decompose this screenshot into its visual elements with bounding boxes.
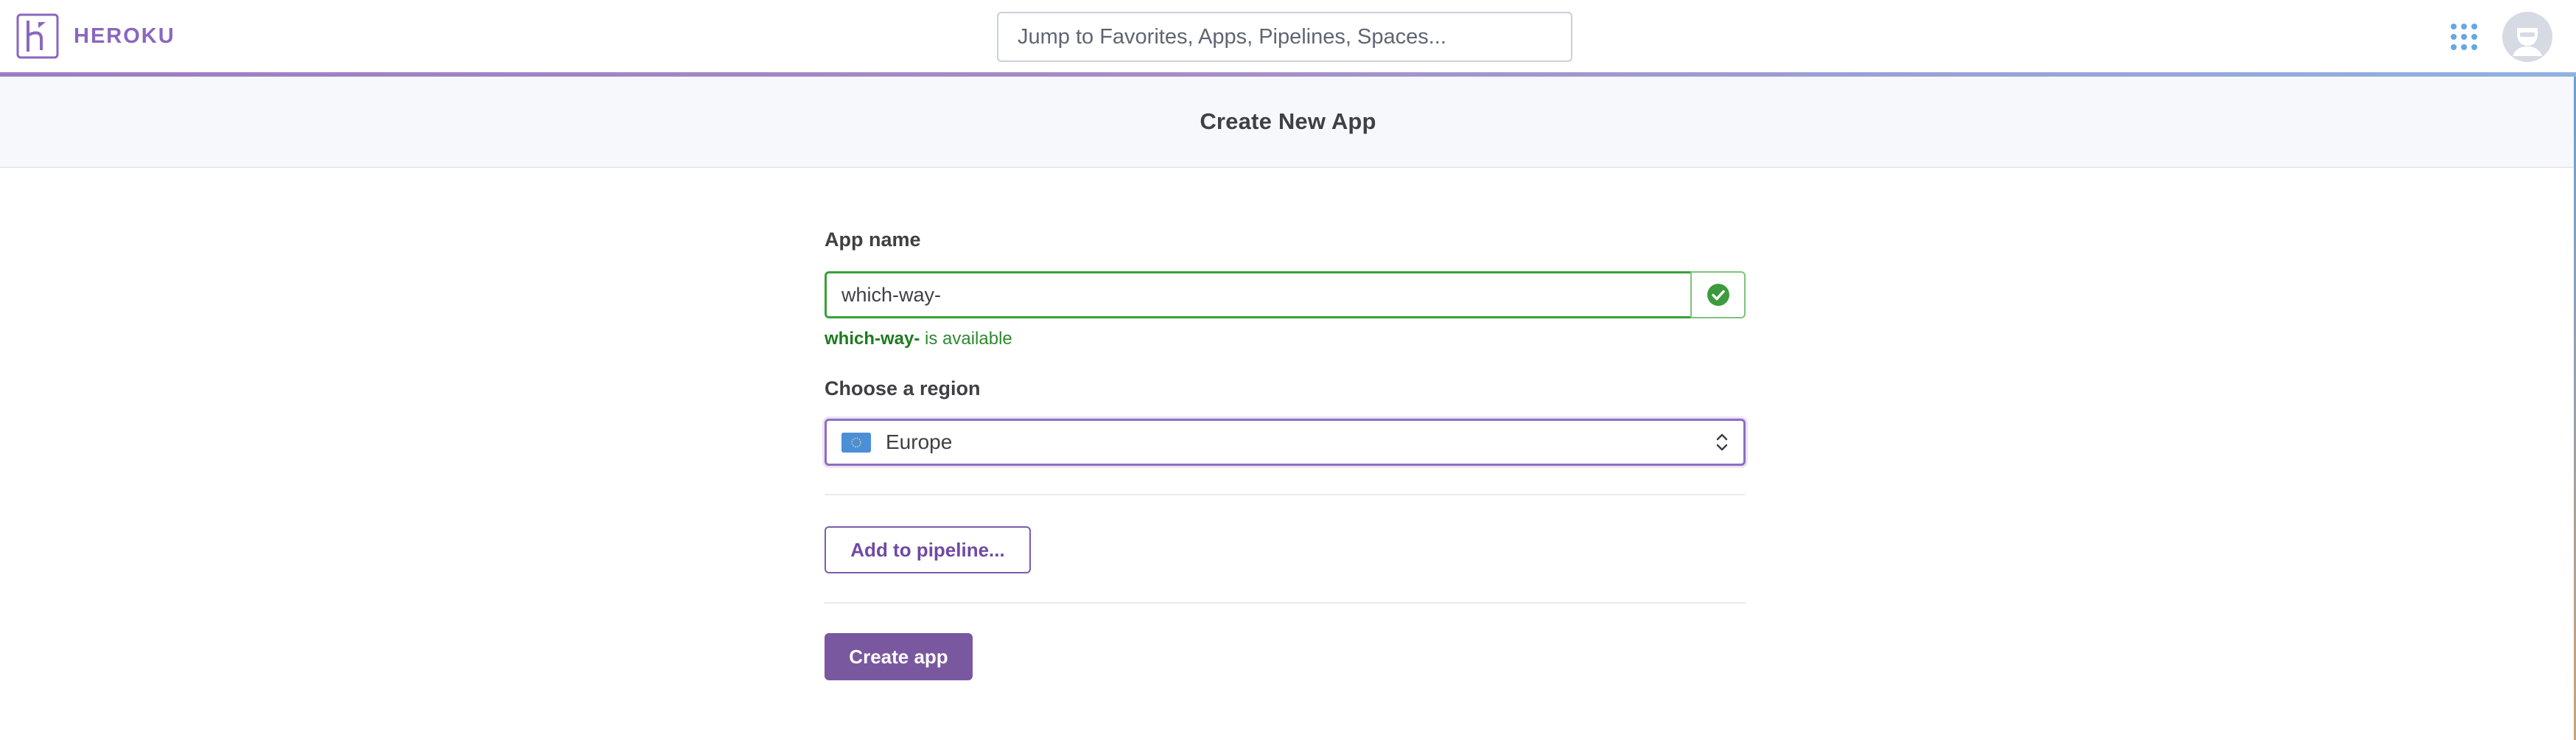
top-navigation-bar: HEROKU (0, 0, 2576, 74)
form-divider (825, 602, 1746, 604)
heroku-logo-icon (16, 13, 59, 59)
app-name-input[interactable] (825, 271, 1690, 318)
heroku-home-link[interactable]: HEROKU (16, 13, 175, 60)
add-to-pipeline-button[interactable]: Add to pipeline... (825, 526, 1031, 573)
page-title: Create New App (1200, 108, 1376, 134)
availability-app-name: which-way- (825, 329, 920, 349)
app-name-field-group (825, 271, 1746, 318)
app-name-label: App name (825, 228, 921, 251)
brand-name: HEROKU (74, 24, 175, 48)
eu-flag-icon (841, 432, 871, 453)
form-divider (825, 494, 1746, 495)
avatar-glyph-icon (2502, 12, 2552, 62)
global-search-input[interactable] (997, 12, 1572, 62)
page-header: Create New App (0, 77, 2576, 168)
app-name-status (1690, 271, 1746, 318)
create-app-button[interactable]: Create app (825, 633, 973, 680)
chevron-updown-icon (1716, 433, 1728, 451)
grid-apps-icon[interactable] (2449, 21, 2479, 52)
user-avatar-icon[interactable] (2502, 12, 2552, 62)
check-circle-icon (1707, 284, 1729, 306)
availability-text: is available (920, 329, 1012, 349)
region-select[interactable]: Europe (825, 419, 1746, 466)
region-label: Choose a region (825, 377, 981, 399)
availability-message: which-way- is available (825, 329, 1012, 349)
region-selected-value: Europe (886, 430, 953, 453)
